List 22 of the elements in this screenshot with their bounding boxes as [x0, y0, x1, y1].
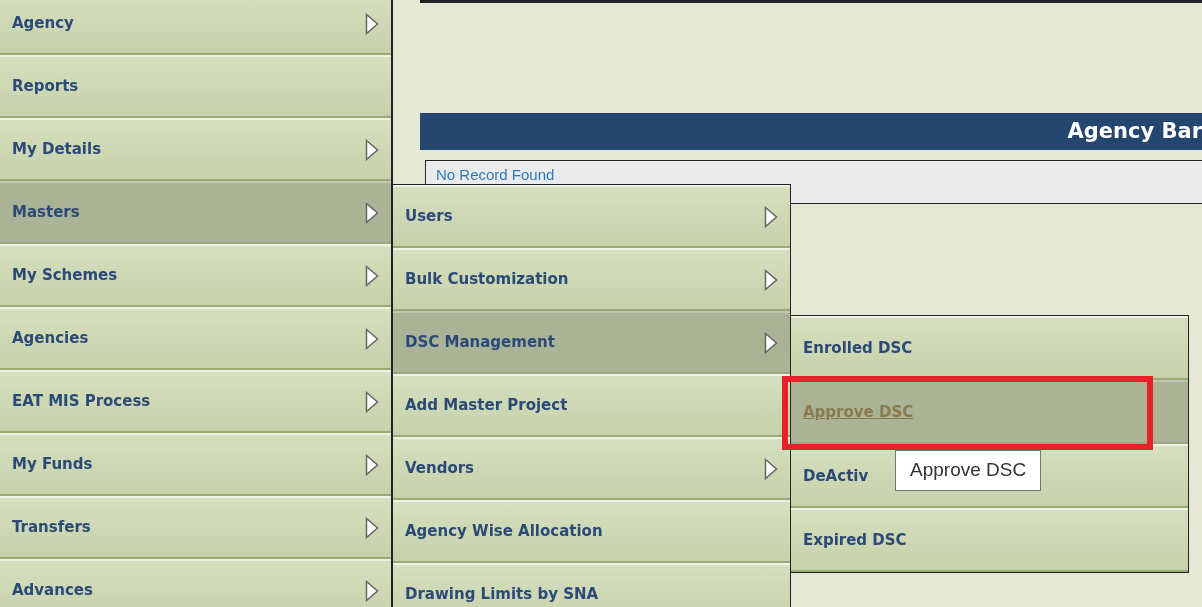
menu-item[interactable]: Transfers: [0, 496, 391, 559]
menu-item[interactable]: Advances: [0, 559, 391, 607]
menu-item[interactable]: DSC Management: [393, 311, 790, 374]
menu-item[interactable]: My Schemes: [0, 244, 391, 307]
tooltip: Approve DSC: [895, 450, 1042, 491]
menu-item[interactable]: My Details: [0, 118, 391, 181]
menu-item[interactable]: Expired DSC: [791, 508, 1188, 572]
menu-item[interactable]: My Funds: [0, 433, 391, 496]
menu-item[interactable]: Agency Wise Allocation: [393, 500, 790, 563]
empty-message: No Record Found: [436, 166, 555, 183]
menu-item[interactable]: Agencies: [0, 307, 391, 370]
menu-item[interactable]: Users: [393, 185, 790, 248]
menu-item[interactable]: Masters: [0, 181, 391, 244]
menu-item[interactable]: Agency: [0, 0, 391, 55]
menu-item[interactable]: Vendors: [393, 437, 790, 500]
menu-item[interactable]: Bulk Customization: [393, 248, 790, 311]
menu-item[interactable]: Enrolled DSC: [791, 316, 1188, 380]
table-title: Agency Bar: [1066, 117, 1202, 145]
menu-item[interactable]: Add Master Project: [393, 374, 790, 437]
menu-item[interactable]: Reports: [0, 55, 391, 118]
menu-item[interactable]: Drawing Limits by SNA: [393, 563, 790, 607]
menu-item[interactable]: EAT MIS Process: [0, 370, 391, 433]
